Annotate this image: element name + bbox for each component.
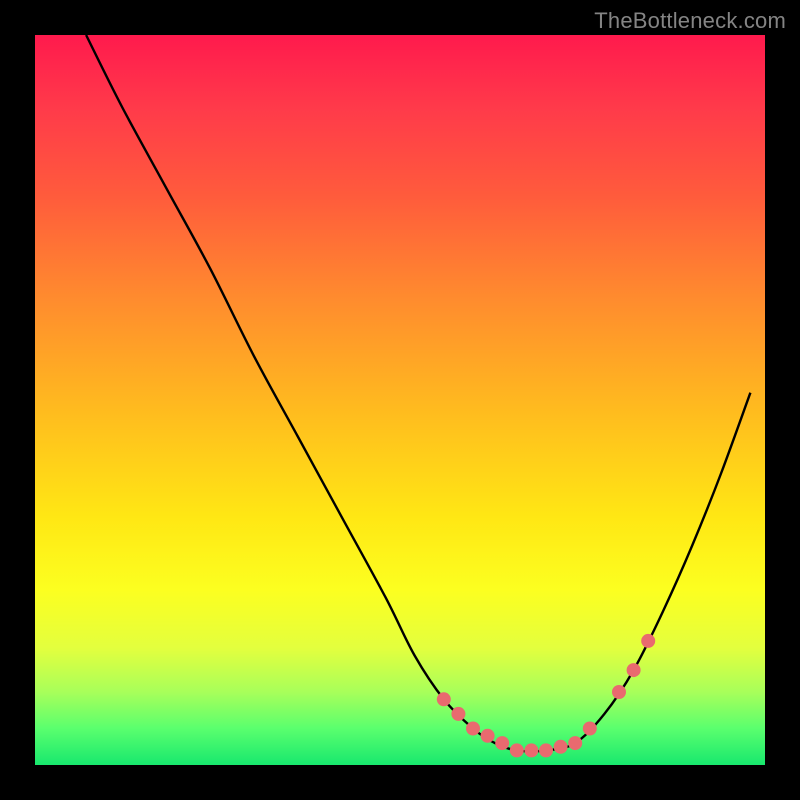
marker-dot xyxy=(495,736,509,750)
marker-dot xyxy=(554,740,568,754)
marker-dots xyxy=(437,634,655,758)
marker-dot xyxy=(437,692,451,706)
chart-svg xyxy=(35,35,765,765)
marker-dot xyxy=(583,722,597,736)
marker-dot xyxy=(524,743,538,757)
marker-dot xyxy=(641,634,655,648)
marker-dot xyxy=(627,663,641,677)
marker-dot xyxy=(481,729,495,743)
watermark-text: TheBottleneck.com xyxy=(594,8,786,34)
marker-dot xyxy=(568,736,582,750)
marker-dot xyxy=(612,685,626,699)
marker-dot xyxy=(466,722,480,736)
marker-dot xyxy=(451,707,465,721)
chart-stage: TheBottleneck.com xyxy=(0,0,800,800)
marker-dot xyxy=(539,743,553,757)
plot-area xyxy=(35,35,765,765)
marker-dot xyxy=(510,743,524,757)
